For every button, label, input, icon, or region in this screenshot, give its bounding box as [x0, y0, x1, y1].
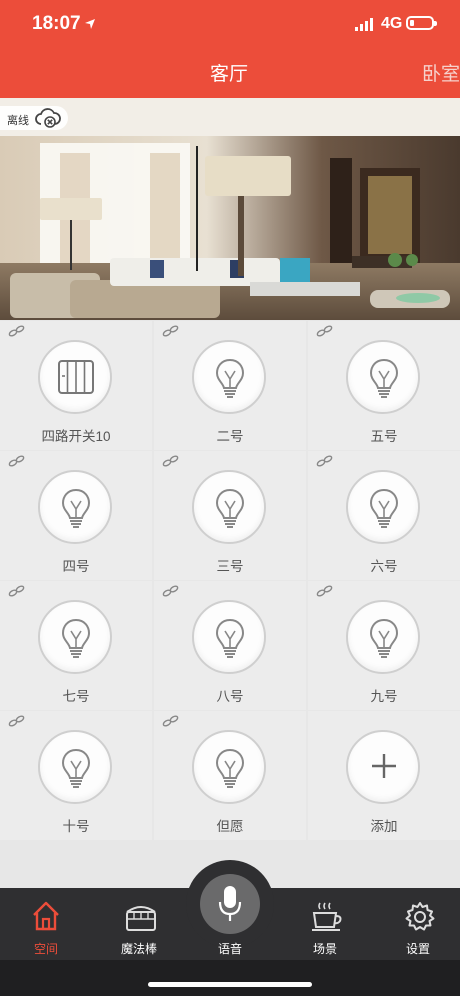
nav-label-magic-wand: 魔法棒: [120, 942, 157, 956]
add-device-label: 添加: [370, 819, 398, 834]
bulb-icon: [369, 358, 399, 398]
device-toggle-button[interactable]: [38, 600, 112, 674]
nav-item-settings[interactable]: 设置: [383, 888, 453, 960]
device-label: 九号: [370, 689, 398, 704]
device-toggle-button[interactable]: [346, 340, 420, 414]
home-indicator[interactable]: [148, 982, 312, 987]
device-tile[interactable]: 八号: [154, 581, 306, 710]
link-icon: [8, 715, 25, 727]
device-label: 六号: [370, 559, 398, 574]
device-toggle-button[interactable]: [346, 470, 420, 544]
add-device-button[interactable]: [346, 730, 420, 804]
home-icon: [33, 901, 59, 931]
device-tile[interactable]: 六号: [308, 451, 460, 580]
bulb-icon: [61, 748, 91, 788]
device-toggle-button[interactable]: [346, 600, 420, 674]
device-toggle-button[interactable]: [192, 730, 266, 804]
device-toggle-button[interactable]: [192, 470, 266, 544]
device-label: 五号: [370, 429, 398, 444]
active-tab-caret: [220, 90, 238, 98]
nav-label-space: 空间: [33, 942, 58, 956]
link-icon: [162, 715, 179, 727]
link-icon: [316, 585, 333, 597]
add-device-tile[interactable]: 添加: [308, 711, 460, 840]
device-toggle-button[interactable]: [38, 730, 112, 804]
nav-label-scene: 场景: [312, 942, 337, 956]
link-icon: [162, 585, 179, 597]
link-icon: [8, 455, 25, 467]
device-tile[interactable]: 十号: [0, 711, 152, 840]
device-tile[interactable]: 四号: [0, 451, 152, 580]
device-tile[interactable]: 九号: [308, 581, 460, 710]
offline-badge: 离线: [0, 106, 68, 130]
device-label: 八号: [216, 689, 244, 704]
nav-label-voice: 语音: [217, 942, 242, 956]
bulb-icon: [61, 618, 91, 658]
link-icon: [8, 325, 25, 337]
link-icon: [316, 455, 333, 467]
tab-living-room[interactable]: 客厅: [210, 59, 248, 86]
device-label: 但愿: [216, 819, 244, 834]
device-label: 二号: [216, 429, 244, 444]
bulb-icon: [61, 488, 91, 528]
battery-icon: [406, 16, 437, 30]
room-image: [0, 98, 460, 320]
device-label: 三号: [216, 559, 244, 574]
gear-icon: [405, 902, 435, 931]
signal-icon: [355, 18, 373, 31]
bulb-icon: [215, 618, 245, 658]
bulb-icon: [369, 488, 399, 528]
device-label: 四号: [62, 559, 90, 574]
nav-label-settings: 设置: [405, 942, 430, 956]
device-tile[interactable]: 但愿: [154, 711, 306, 840]
bulb-icon: [215, 488, 245, 528]
voice-button[interactable]: [200, 874, 260, 934]
device-toggle-button[interactable]: [38, 340, 112, 414]
nav-item-scene[interactable]: 场景: [290, 888, 360, 960]
status-time: 18:07: [32, 13, 81, 34]
wand-box-icon: [126, 906, 156, 931]
network-type: 4G: [381, 15, 403, 32]
device-tile[interactable]: 五号: [308, 321, 460, 450]
device-toggle-button[interactable]: [192, 600, 266, 674]
microphone-icon: [218, 886, 242, 921]
device-tile[interactable]: 三号: [154, 451, 306, 580]
device-label: 七号: [62, 689, 90, 704]
nav-item-space[interactable]: 空间: [11, 888, 81, 960]
cloud-offline-icon: [35, 108, 61, 128]
device-tile[interactable]: 七号: [0, 581, 152, 710]
location-arrow-icon: [85, 19, 95, 29]
link-icon: [316, 325, 333, 337]
coffee-cup-icon: [312, 902, 342, 931]
plus-icon: [372, 754, 396, 778]
nav-item-magic-wand[interactable]: 魔法棒: [104, 888, 174, 960]
link-icon: [8, 585, 25, 597]
device-toggle-button[interactable]: [192, 340, 266, 414]
device-label: 四路开关10: [41, 429, 111, 444]
link-icon: [162, 325, 179, 337]
switch-panel-icon: [58, 360, 94, 394]
link-icon: [162, 455, 179, 467]
tab-bedroom[interactable]: 卧室: [422, 59, 460, 86]
offline-label: 离线: [7, 115, 29, 127]
status-bar: 18:07 4G: [0, 0, 460, 50]
bulb-icon: [215, 358, 245, 398]
bulb-icon: [369, 618, 399, 658]
bulb-icon: [215, 748, 245, 788]
device-toggle-button[interactable]: [38, 470, 112, 544]
device-tile[interactable]: 四路开关10: [0, 321, 152, 450]
home-indicator-area: [0, 960, 460, 996]
device-label: 十号: [62, 819, 90, 834]
device-tile[interactable]: 二号: [154, 321, 306, 450]
